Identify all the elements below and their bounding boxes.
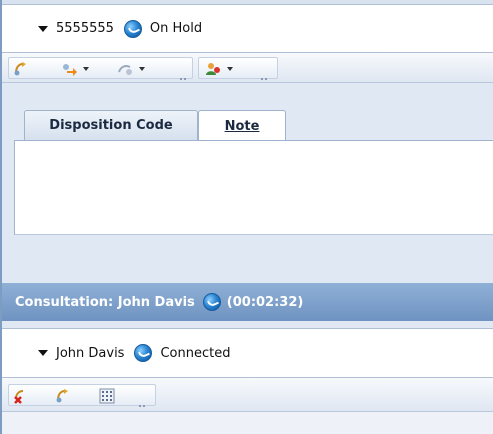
keypad-icon[interactable] <box>99 388 115 404</box>
conference-icon[interactable] <box>117 61 133 77</box>
note-textarea[interactable] <box>14 140 493 235</box>
connected-globe-icon <box>202 293 221 311</box>
collapse-caret-icon[interactable] <box>38 25 48 32</box>
call-number: 5555555 <box>56 21 114 36</box>
call-actions-group <box>8 57 193 80</box>
toolbar-grip-icon <box>261 74 267 80</box>
consult-actions-group <box>8 384 156 407</box>
transfer-icon[interactable] <box>13 61 29 77</box>
consult-status: Connected <box>160 345 231 361</box>
section-gap <box>2 321 493 328</box>
consultation-label: Consultation: John Davis <box>15 294 195 310</box>
tab-note[interactable]: Note <box>198 110 286 141</box>
forward-dropdown-icon[interactable] <box>83 67 89 71</box>
main-call-row[interactable]: 5555555 On Hold <box>2 4 493 53</box>
tab-panel: Disposition Code Note <box>2 83 493 304</box>
collapse-caret-icon[interactable] <box>38 350 48 356</box>
connected-globe-icon <box>123 19 142 38</box>
tab-disposition-code[interactable]: Disposition Code <box>24 110 198 140</box>
complete-transfer-icon[interactable] <box>55 388 71 404</box>
connected-globe-icon <box>134 344 153 362</box>
consult-call-row[interactable]: John Davis Connected <box>2 328 493 378</box>
agent-group <box>198 57 278 80</box>
consult-name: John Davis <box>56 345 125 361</box>
hangup-icon[interactable] <box>13 388 29 404</box>
consult-toolbar <box>2 378 493 412</box>
agent-dropdown-icon[interactable] <box>227 67 233 71</box>
forward-icon[interactable] <box>61 61 77 77</box>
call-status: On Hold <box>149 21 203 36</box>
bottom-area <box>2 412 493 434</box>
conference-dropdown-icon[interactable] <box>139 67 145 71</box>
consultation-header: Consultation: John Davis (00:02:32) <box>2 283 493 321</box>
toolbar-grip-icon <box>180 74 186 80</box>
call-toolbar <box>2 53 493 83</box>
agent-icon[interactable] <box>205 61 221 77</box>
toolbar-grip-icon <box>139 401 145 407</box>
consultation-timer: (00:02:32) <box>226 294 304 310</box>
